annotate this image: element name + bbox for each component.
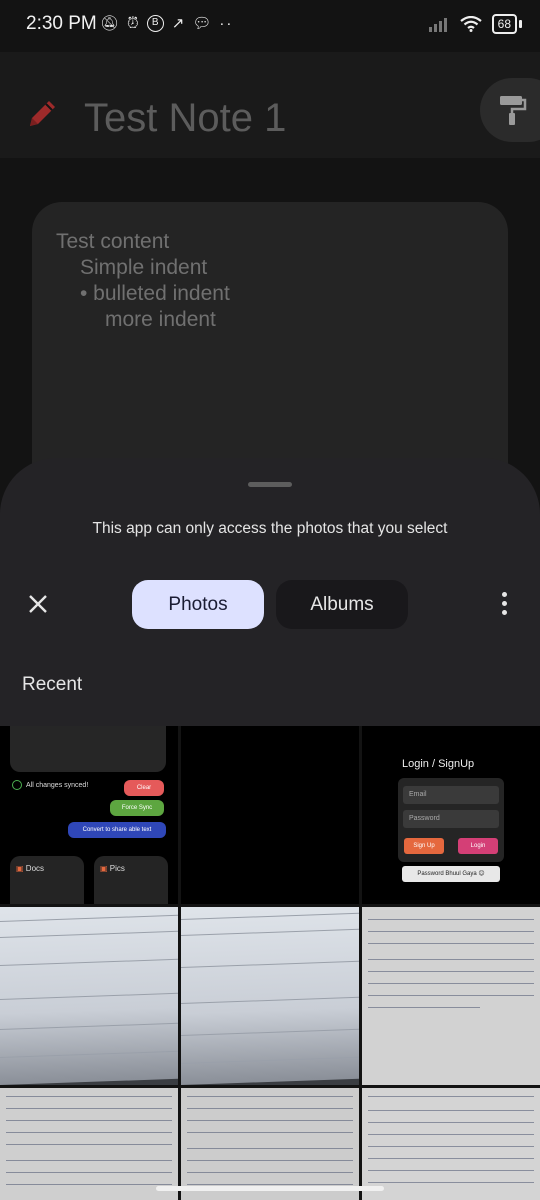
thumb-login-title: Login / SignUp [402, 758, 475, 770]
mute-icon: 🔕︎ [100, 15, 120, 32]
paint-roller-icon [500, 96, 527, 125]
thumb-card [10, 726, 166, 772]
more-options-icon[interactable] [498, 592, 510, 618]
gesture-nav-handle[interactable] [156, 1186, 384, 1191]
photo-grid: All changes synced! Clear Force Sync Con… [0, 726, 540, 1200]
handwriting [0, 1088, 178, 1200]
thumb-convert-button: Convert to share able text [68, 822, 166, 838]
handwriting [181, 1088, 359, 1200]
content-line: Simple indent [80, 256, 208, 279]
photo-thumbnail[interactable] [181, 1088, 359, 1200]
access-message: This app can only access the photos that… [92, 520, 448, 537]
thumb-forgot-button: Password Bhuul Gaya 😊 [402, 866, 500, 882]
note-title[interactable]: Test Note 1 [84, 96, 286, 141]
chat-icon: 💬︎ [192, 15, 212, 32]
content-line: more indent [105, 308, 216, 331]
handwriting [362, 1088, 540, 1200]
tab-albums[interactable]: Albums [276, 580, 408, 629]
thumb-docs-card: ▣ Docs [10, 856, 84, 904]
thumb-clear-button: Clear [124, 780, 164, 796]
photo-thumbnail[interactable]: Login / SignUp Email Password Sign Up Lo… [362, 726, 540, 904]
thumb-sync-status: All changes synced! [12, 780, 88, 790]
theme-button[interactable] [480, 78, 540, 142]
wifi-icon [459, 16, 482, 32]
content-line: Test content [56, 230, 170, 253]
screen-photo [0, 907, 178, 1085]
photo-thumbnail[interactable] [181, 726, 359, 904]
thumb-password-field: Password [403, 810, 499, 828]
more-dots-icon: ·· [219, 14, 234, 32]
thumb-signup-button: Sign Up [404, 838, 444, 854]
thumb-pics-card: ▣ Pics [94, 856, 168, 904]
status-icons-left: 🔕︎ ⏰︎ B ↗︎ 💬︎ ·· [100, 14, 233, 32]
photo-thumbnail[interactable] [0, 907, 178, 1085]
missed-call-icon: ↗︎ [171, 15, 185, 32]
photo-thumbnail[interactable] [362, 907, 540, 1085]
thumb-login-panel: Email Password Sign Up Login [398, 778, 504, 862]
handwriting [362, 907, 540, 1085]
docs-icon: ▣ [16, 864, 24, 873]
battery-tip [519, 20, 522, 28]
note-content-card[interactable]: Test content Simple indent • bulleted in… [32, 202, 508, 502]
thumb-email-field: Email [403, 786, 499, 804]
drag-handle[interactable] [248, 482, 292, 487]
battery-icon: 68 [491, 14, 517, 34]
photo-picker-sheet: This app can only access the photos that… [0, 458, 540, 726]
thumb-force-sync-button: Force Sync [110, 800, 164, 816]
screen-photo [181, 907, 359, 1085]
photo-thumbnail[interactable] [362, 1088, 540, 1200]
alarm-icon: ⏰︎ [127, 14, 139, 32]
b-icon: B [146, 14, 164, 32]
close-icon[interactable] [26, 592, 50, 616]
photo-thumbnail[interactable]: All changes synced! Clear Force Sync Con… [0, 726, 178, 904]
status-icons-right: 68 [428, 14, 522, 34]
content-line: • bulleted indent [80, 282, 230, 305]
section-title-recent: Recent [22, 674, 83, 695]
note-header: Test Note 1 [0, 52, 540, 158]
tab-photos[interactable]: Photos [132, 580, 264, 629]
signal-icon [428, 18, 447, 32]
status-time: 2:30 PM [26, 13, 97, 34]
photo-thumbnail[interactable] [181, 907, 359, 1085]
status-bar: 2:30 PM 🔕︎ ⏰︎ B ↗︎ 💬︎ ·· 68 [0, 0, 540, 52]
thumb-login-button: Login [458, 838, 498, 854]
pics-icon: ▣ [100, 864, 108, 873]
check-circle-icon [12, 780, 22, 790]
pencil-icon[interactable] [24, 96, 60, 132]
photo-thumbnail[interactable] [0, 1088, 178, 1200]
